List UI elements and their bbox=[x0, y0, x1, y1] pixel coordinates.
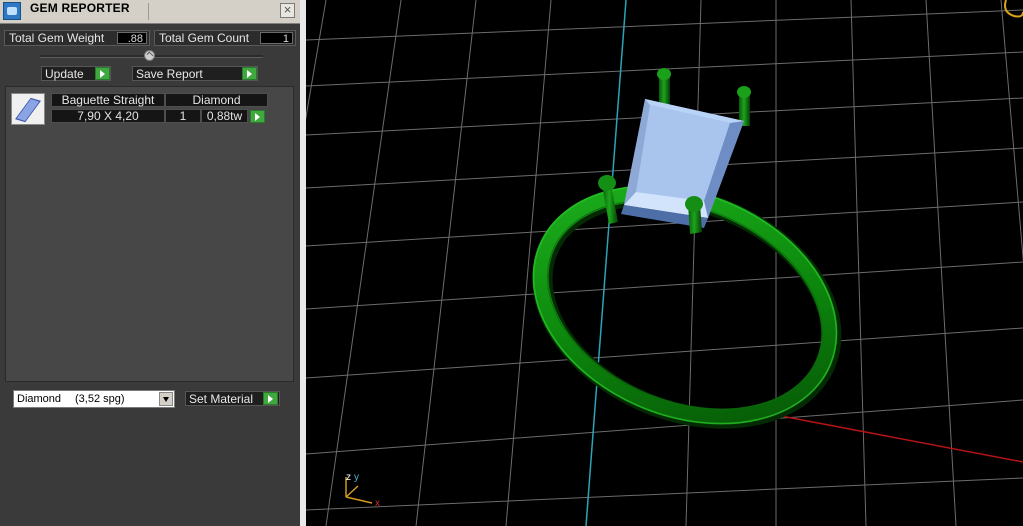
axis-triad: z y x bbox=[345, 472, 380, 509]
axis-y-label: y bbox=[354, 472, 359, 483]
gem-list: Baguette Straight Diamond 7,90 X 4,20 1 … bbox=[5, 86, 294, 382]
gold-object-fragment bbox=[1004, 0, 1023, 18]
total-gem-count-label: Total Gem Count bbox=[159, 31, 250, 45]
3d-viewport[interactable]: z y x bbox=[306, 0, 1023, 526]
gem-size-cell: 7,90 X 4,20 bbox=[51, 109, 165, 123]
set-material-button[interactable]: Set Material bbox=[185, 391, 280, 406]
baguette-gem-icon[interactable] bbox=[11, 93, 45, 125]
close-button[interactable]: × bbox=[280, 3, 295, 18]
gem-reporter-app-icon bbox=[3, 2, 21, 20]
window-title: GEM REPORTER bbox=[30, 1, 130, 15]
material-name: Diamond bbox=[17, 393, 62, 405]
title-separator bbox=[148, 3, 149, 20]
gem-row-play-button[interactable] bbox=[250, 110, 265, 123]
chevron-down-icon[interactable] bbox=[159, 392, 173, 406]
total-gem-count-value: 1 bbox=[260, 32, 293, 45]
gem-count-cell: 1 bbox=[165, 109, 201, 123]
gem-shape-cell: Baguette Straight bbox=[51, 93, 165, 107]
close-icon: × bbox=[283, 2, 292, 17]
axis-x-label: x bbox=[375, 498, 380, 509]
material-spg: (3,52 spg) bbox=[75, 393, 125, 405]
set-material-button-label: Set Material bbox=[189, 392, 254, 406]
play-arrow-icon bbox=[95, 67, 110, 80]
update-button-label: Update bbox=[45, 67, 84, 81]
title-bar: GEM REPORTER × bbox=[0, 0, 300, 24]
gem-weight-cell: 0,88tw bbox=[201, 109, 248, 123]
total-gem-count-box: Total Gem Count 1 bbox=[154, 30, 296, 46]
update-button[interactable]: Update bbox=[41, 66, 111, 81]
panel-splitter-handle[interactable] bbox=[144, 50, 155, 61]
gem-material-cell: Diamond bbox=[165, 93, 268, 107]
total-gem-weight-box: Total Gem Weight .88 bbox=[4, 30, 150, 46]
play-arrow-icon bbox=[263, 392, 278, 405]
material-select[interactable]: Diamond (3,52 spg) bbox=[13, 390, 175, 408]
save-report-button[interactable]: Save Report bbox=[132, 66, 258, 81]
prong-back-left bbox=[657, 68, 671, 108]
save-report-button-label: Save Report bbox=[136, 67, 203, 81]
y-axis-line bbox=[585, 0, 627, 526]
gem-reporter-panel: GEM REPORTER × Total Gem Weight .88 Tota… bbox=[0, 0, 300, 526]
x-axis-line bbox=[775, 414, 1023, 463]
axis-z-label: z bbox=[346, 472, 351, 483]
total-gem-weight-value: .88 bbox=[117, 32, 147, 45]
total-gem-weight-label: Total Gem Weight bbox=[9, 31, 105, 45]
play-arrow-icon bbox=[242, 67, 257, 80]
